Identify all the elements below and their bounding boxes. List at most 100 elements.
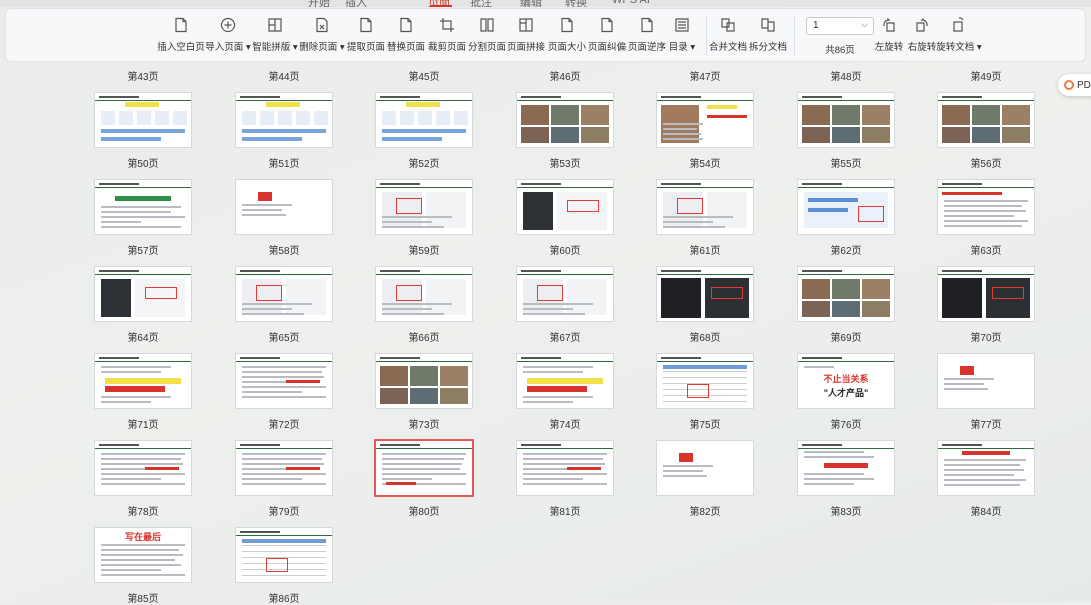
page-label: 第43页 <box>127 72 159 83</box>
page-thumbnail[interactable] <box>657 93 753 147</box>
page-thumbnail[interactable] <box>657 267 753 321</box>
smart-layout-button[interactable]: 智能拼版 ▾ <box>251 16 299 60</box>
thumb-header <box>99 444 139 446</box>
import-button[interactable]: 导入页面 ▾ <box>204 16 252 60</box>
thumb-section-number <box>960 366 974 375</box>
page-thumbnail[interactable] <box>236 441 332 495</box>
page-thumbnail[interactable] <box>517 354 613 408</box>
thumb-text-line <box>944 200 1028 202</box>
page-label: 第67页 <box>549 333 581 344</box>
deskew-icon <box>598 16 616 34</box>
rotate-doc-button[interactable]: 旋转文档 ▾ <box>935 16 983 60</box>
thumb-text-line <box>944 464 1020 466</box>
thumb-rule <box>938 274 1034 275</box>
thumb-text-line <box>804 451 864 453</box>
page-thumbnail[interactable] <box>236 180 332 234</box>
page-thumbnail[interactable] <box>938 354 1034 408</box>
page-number-select[interactable]: 1 ⌵ <box>806 17 874 35</box>
page-thumbnail[interactable] <box>938 93 1034 147</box>
ribbon-tab-strip: 开始 插入 页面 批注 编辑 转换 WPS AI <box>0 0 1091 7</box>
page-thumbnail[interactable] <box>376 267 472 321</box>
page-thumbnail[interactable] <box>517 180 613 234</box>
thumb-photo <box>410 366 438 386</box>
thumb-red-box <box>396 285 422 301</box>
thumb-screenshot <box>426 279 466 315</box>
ribbon-tab[interactable]: 开始 <box>308 0 330 7</box>
delete-button[interactable]: 删除页面 ▾ <box>298 16 346 60</box>
rotate-right-label: 右旋转 <box>907 42 937 53</box>
page-thumbnail[interactable] <box>798 180 894 234</box>
page-thumbnail[interactable] <box>657 441 753 495</box>
page-thumbnail[interactable] <box>236 528 332 582</box>
thumb-rule <box>376 187 472 188</box>
page-thumbnail[interactable]: 写在最后 <box>95 528 191 582</box>
thumb-text-line <box>663 221 713 223</box>
page-label: 第73页 <box>408 420 440 431</box>
page-thumbnail[interactable] <box>657 354 753 408</box>
insert-blank-button[interactable]: 插入空白页 <box>157 16 205 60</box>
thumb-text-line <box>944 388 988 390</box>
page-label: 第66页 <box>408 333 440 344</box>
thumb-highlight <box>527 386 587 392</box>
smart-layout-label: 智能拼版 ▾ <box>252 42 298 53</box>
page-label: 第47页 <box>689 72 721 83</box>
thumb-header <box>240 531 280 533</box>
page-thumbnail[interactable] <box>95 441 191 495</box>
toolbar-separator <box>794 17 795 55</box>
reverse-order-icon <box>638 16 656 34</box>
thumb-text-line <box>663 465 713 467</box>
thumb-highlight <box>942 192 1002 195</box>
page-thumbnail[interactable] <box>517 267 613 321</box>
page-thumbnail[interactable] <box>376 441 472 495</box>
page-thumbnail[interactable] <box>236 354 332 408</box>
thumb-rule <box>95 274 191 275</box>
thumb-text-line <box>523 463 605 465</box>
ribbon-tab[interactable]: 转换 <box>565 0 587 7</box>
page-thumbnail[interactable] <box>95 267 191 321</box>
page-thumbnail[interactable] <box>95 354 191 408</box>
deskew-label: 页面纠偏 <box>587 42 626 53</box>
thumb-highlight <box>382 137 442 141</box>
page-thumbnail[interactable] <box>376 93 472 147</box>
page-thumbnail[interactable] <box>798 441 894 495</box>
layout-grid-icon <box>266 16 284 34</box>
page-thumbnail[interactable] <box>376 180 472 234</box>
thumb-photo <box>972 105 1000 125</box>
toc-button[interactable]: 目录 ▾ <box>658 16 706 60</box>
thumb-photo <box>862 279 890 299</box>
ribbon-tab[interactable]: WPS AI <box>612 0 650 6</box>
page-thumbnail[interactable] <box>938 180 1034 234</box>
thumb-photo <box>832 279 860 299</box>
page-thumbnail[interactable] <box>657 180 753 234</box>
page-thumbnail[interactable] <box>517 93 613 147</box>
page-thumbnail[interactable] <box>95 93 191 147</box>
page-thumbnail[interactable] <box>938 267 1034 321</box>
thumb-highlight <box>567 467 601 470</box>
ribbon-tab[interactable]: 批注 <box>470 0 492 7</box>
page-thumbnail[interactable] <box>517 441 613 495</box>
thumb-photo <box>832 127 860 143</box>
thumb-photo <box>862 105 890 125</box>
page-thumbnail[interactable] <box>376 354 472 408</box>
thumb-photo <box>551 127 579 143</box>
thumb-highlight <box>962 451 1010 455</box>
thumb-diagram-node <box>137 111 151 125</box>
thumb-text-line <box>944 225 1022 227</box>
ribbon-tab[interactable]: 编辑 <box>520 0 542 7</box>
page-thumbnail[interactable] <box>236 267 332 321</box>
page-label: 第79页 <box>268 507 300 518</box>
page-thumbnail[interactable] <box>95 180 191 234</box>
ribbon-tab[interactable]: 插入 <box>345 0 367 7</box>
page-thumbnail[interactable]: 不止当关系 "人才产品" <box>798 354 894 408</box>
page-thumbnail[interactable] <box>938 441 1034 495</box>
split-doc-button[interactable]: 拆分文档 <box>744 16 792 60</box>
page-thumbnail[interactable] <box>798 267 894 321</box>
pdf-side-tool[interactable]: PD <box>1058 74 1091 96</box>
thumb-highlight <box>145 467 179 470</box>
page-thumbnail[interactable] <box>236 93 332 147</box>
thumb-text-line <box>242 396 326 398</box>
thumb-photo <box>802 301 830 317</box>
page-thumbnail[interactable] <box>798 93 894 147</box>
thumb-text-line <box>101 366 171 368</box>
thumb-text-line <box>101 371 161 373</box>
